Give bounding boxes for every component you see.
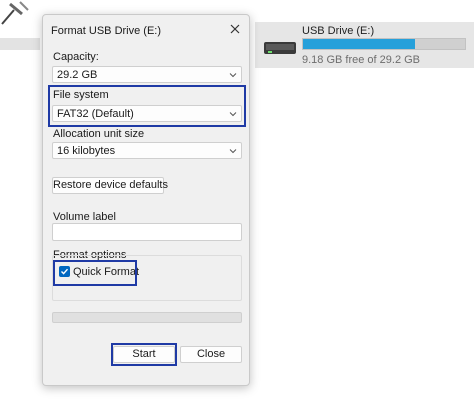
format-options-group — [52, 255, 242, 301]
drive-free-space: 9.18 GB free of 29.2 GB — [302, 54, 421, 66]
allocation-label: Allocation unit size — [53, 128, 145, 140]
quick-format-checkbox[interactable] — [59, 266, 70, 277]
quick-format-label[interactable]: Quick Format — [73, 266, 139, 278]
start-button[interactable]: Start — [113, 346, 175, 363]
capacity-select[interactable]: 29.2 GB — [52, 66, 242, 83]
filesystem-value: FAT32 (Default) — [57, 108, 134, 120]
checkmark-icon — [61, 268, 69, 275]
close-icon[interactable] — [228, 22, 242, 36]
chevron-down-icon — [229, 112, 237, 117]
format-tool-icon — [1, 1, 29, 25]
allocation-select[interactable]: 16 kilobytes — [52, 142, 242, 159]
drive-usage-bar — [302, 38, 466, 50]
capacity-value: 29.2 GB — [57, 69, 98, 81]
background-panel — [0, 38, 40, 50]
dialog-title: Format USB Drive (E:) — [51, 25, 162, 37]
usb-drive-icon — [264, 42, 296, 54]
format-dialog: Format USB Drive (E:) Capacity: 29.2 GB … — [42, 14, 250, 386]
volume-label-input[interactable] — [52, 223, 242, 241]
drive-usage-fill — [303, 39, 415, 49]
allocation-value: 16 kilobytes — [57, 145, 116, 157]
drive-name: USB Drive (E:) — [302, 25, 375, 37]
filesystem-label: File system — [53, 89, 109, 101]
chevron-down-icon — [229, 149, 237, 154]
format-progress-bar — [52, 312, 242, 323]
filesystem-select[interactable]: FAT32 (Default) — [52, 105, 242, 122]
usb-drive-tile[interactable]: USB Drive (E:) 9.18 GB free of 29.2 GB — [255, 22, 474, 68]
volume-label: Volume label — [53, 211, 116, 223]
chevron-down-icon — [229, 73, 237, 78]
restore-defaults-button[interactable]: Restore device defaults — [52, 177, 168, 194]
close-button[interactable]: Close — [180, 346, 242, 363]
capacity-label: Capacity: — [53, 51, 99, 63]
